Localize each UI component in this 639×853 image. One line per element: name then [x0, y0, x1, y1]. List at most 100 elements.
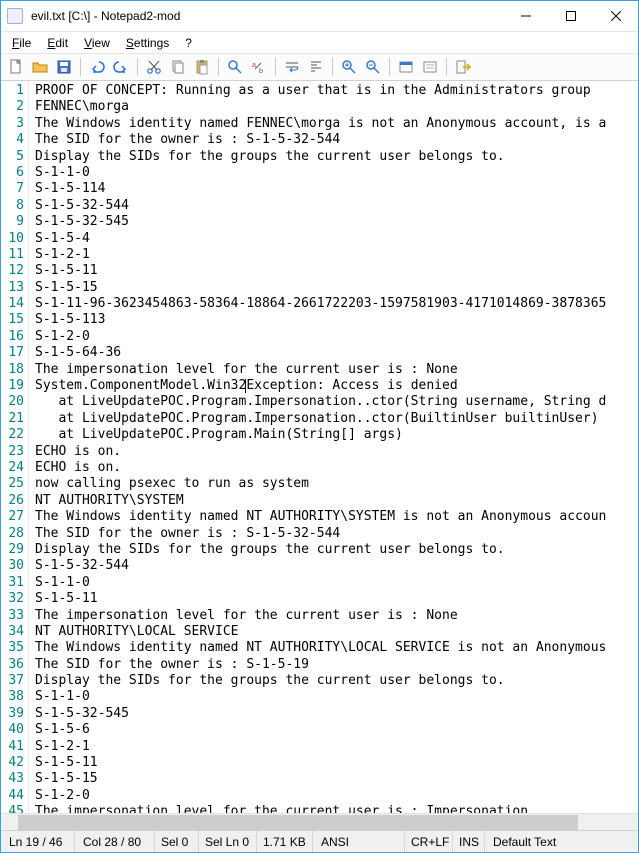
copy-button[interactable]	[167, 56, 189, 78]
text-line[interactable]: at LiveUpdatePOC.Program.Main(String[] a…	[35, 427, 638, 443]
text-content[interactable]: PROOF OF CONCEPT: Running as a user that…	[29, 81, 638, 813]
line-number: 9	[1, 214, 24, 230]
menu-file[interactable]: File	[5, 34, 38, 52]
text-line[interactable]: The impersonation level for the current …	[35, 362, 638, 378]
line-number: 23	[1, 444, 24, 460]
text-line[interactable]: S-1-5-11	[35, 263, 638, 279]
redo-button[interactable]	[110, 56, 132, 78]
text-line[interactable]: ECHO is on.	[35, 460, 638, 476]
line-number: 37	[1, 673, 24, 689]
status-eol[interactable]: CR+LF	[405, 831, 453, 852]
menu-settings[interactable]: Settings	[119, 34, 176, 52]
text-line[interactable]: S-1-2-0	[35, 788, 638, 804]
toolbar-sep	[332, 58, 333, 76]
text-line[interactable]: Display the SIDs for the groups the curr…	[35, 149, 638, 165]
new-button[interactable]	[5, 56, 27, 78]
text-line[interactable]: S-1-5-113	[35, 312, 638, 328]
text-line[interactable]: The impersonation level for the current …	[35, 804, 638, 813]
text-line[interactable]: ECHO is on.	[35, 444, 638, 460]
zoomin-button[interactable]	[338, 56, 360, 78]
toolbar-sep	[446, 58, 447, 76]
find-button[interactable]	[224, 56, 246, 78]
status-lexer[interactable]: Default Text	[485, 831, 638, 852]
status-encoding[interactable]: ANSI	[313, 831, 405, 852]
window-title: evil.txt [C:\] - Notepad2-mod	[29, 9, 503, 23]
zoomout-button[interactable]	[362, 56, 384, 78]
horizontal-scrollbar[interactable]	[1, 813, 638, 830]
text-line[interactable]: Display the SIDs for the groups the curr…	[35, 673, 638, 689]
redo-icon	[113, 59, 129, 75]
menu-edit[interactable]: Edit	[40, 34, 75, 52]
text-line[interactable]: PROOF OF CONCEPT: Running as a user that…	[35, 83, 638, 99]
text-line[interactable]: S-1-2-1	[35, 739, 638, 755]
text-line[interactable]: S-1-5-15	[35, 280, 638, 296]
text-line[interactable]: S-1-5-64-36	[35, 345, 638, 361]
replace-button[interactable]: ab	[248, 56, 270, 78]
text-line[interactable]: S-1-11-96-3623454863-58364-18864-2661722…	[35, 296, 638, 312]
text-line[interactable]: S-1-5-32-544	[35, 558, 638, 574]
text-line[interactable]: S-1-1-0	[35, 575, 638, 591]
text-line[interactable]: S-1-2-1	[35, 247, 638, 263]
status-ovr[interactable]: INS	[453, 831, 485, 852]
wordwrap-icon	[284, 59, 300, 75]
text-line[interactable]: now calling psexec to run as system	[35, 476, 638, 492]
text-line[interactable]: S-1-1-0	[35, 165, 638, 181]
line-number: 26	[1, 493, 24, 509]
text-line[interactable]: at LiveUpdatePOC.Program.Impersonation..…	[35, 411, 638, 427]
cut-button[interactable]	[143, 56, 165, 78]
text-line[interactable]: NT AUTHORITY\SYSTEM	[35, 493, 638, 509]
wordwrap-button[interactable]	[281, 56, 303, 78]
text-line[interactable]: The SID for the owner is : S-1-5-19	[35, 657, 638, 673]
status-line: Ln 19 / 46	[1, 831, 75, 852]
toolbar-sep	[80, 58, 81, 76]
maximize-button[interactable]	[548, 1, 593, 31]
editor-area[interactable]: 1234567891011121314151617181920212223242…	[1, 81, 638, 813]
line-number: 27	[1, 509, 24, 525]
scrollbar-thumb[interactable]	[18, 815, 578, 830]
text-line[interactable]: System.ComponentModel.Win32Exception: Ac…	[35, 378, 638, 394]
title-bar[interactable]: evil.txt [C:\] - Notepad2-mod	[1, 1, 638, 31]
menu-view[interactable]: View	[77, 34, 117, 52]
close-button[interactable]	[593, 1, 638, 31]
text-line[interactable]: S-1-5-11	[35, 755, 638, 771]
text-line[interactable]: S-1-5-114	[35, 181, 638, 197]
line-number: 12	[1, 263, 24, 279]
undo-button[interactable]	[86, 56, 108, 78]
text-line[interactable]: S-1-2-0	[35, 329, 638, 345]
exit-button[interactable]	[452, 56, 474, 78]
text-line[interactable]: Display the SIDs for the groups the curr…	[35, 542, 638, 558]
line-number: 8	[1, 198, 24, 214]
text-line[interactable]: NT AUTHORITY\LOCAL SERVICE	[35, 624, 638, 640]
paste-button[interactable]	[191, 56, 213, 78]
line-number-gutter: 1234567891011121314151617181920212223242…	[1, 81, 29, 813]
text-line[interactable]: S-1-5-6	[35, 722, 638, 738]
minimize-button[interactable]	[503, 1, 548, 31]
text-line[interactable]: The Windows identity named NT AUTHORITY\…	[35, 640, 638, 656]
text-line[interactable]: S-1-5-15	[35, 771, 638, 787]
text-line[interactable]: The impersonation level for the current …	[35, 608, 638, 624]
line-number: 45	[1, 804, 24, 813]
text-line[interactable]: at LiveUpdatePOC.Program.Impersonation..…	[35, 394, 638, 410]
text-line[interactable]: S-1-5-4	[35, 231, 638, 247]
line-number: 7	[1, 181, 24, 197]
save-button[interactable]	[53, 56, 75, 78]
line-number: 25	[1, 476, 24, 492]
text-line[interactable]: The SID for the owner is : S-1-5-32-544	[35, 132, 638, 148]
open-button[interactable]	[29, 56, 51, 78]
scheme-button[interactable]	[395, 56, 417, 78]
menu-help[interactable]: ?	[178, 34, 199, 52]
customize-button[interactable]	[419, 56, 441, 78]
text-line[interactable]: S-1-5-32-544	[35, 198, 638, 214]
longlines-button[interactable]	[305, 56, 327, 78]
text-line[interactable]: S-1-1-0	[35, 689, 638, 705]
text-line[interactable]: S-1-5-32-545	[35, 214, 638, 230]
status-filesize: 1.71 KB	[257, 831, 313, 852]
text-line[interactable]: FENNEC\morga	[35, 99, 638, 115]
text-line[interactable]: The Windows identity named NT AUTHORITY\…	[35, 509, 638, 525]
text-line[interactable]: The SID for the owner is : S-1-5-32-544	[35, 526, 638, 542]
text-line[interactable]: S-1-5-32-545	[35, 706, 638, 722]
save-icon	[56, 59, 72, 75]
text-line[interactable]: The Windows identity named FENNEC\morga …	[35, 116, 638, 132]
text-line[interactable]: S-1-5-11	[35, 591, 638, 607]
line-number: 34	[1, 624, 24, 640]
